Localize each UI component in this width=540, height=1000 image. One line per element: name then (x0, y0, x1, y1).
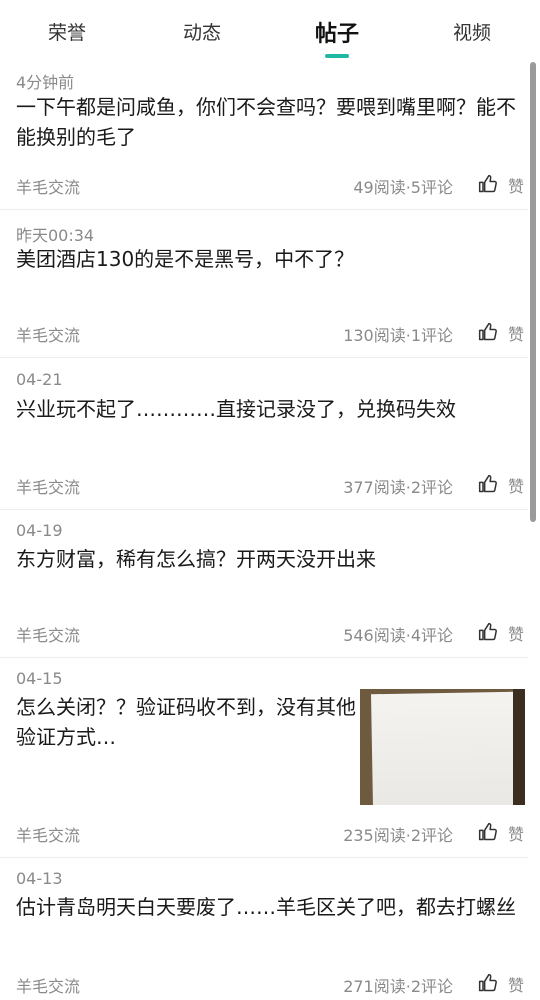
post-date: 昨天00:34 (16, 226, 95, 245)
post-image-shadow (513, 689, 525, 805)
post-category[interactable]: 羊毛交流 (16, 973, 80, 997)
thumbs-up-icon (478, 322, 497, 341)
post-date: 04-13 (16, 869, 63, 888)
like-label: 赞 (508, 477, 525, 496)
post-category[interactable]: 羊毛交流 (16, 822, 80, 846)
post-title[interactable]: 估计青岛明天白天要废了……羊毛区关了吧，都去打螺丝 (16, 892, 521, 922)
post-item[interactable]: 04-19 东方财富，稀有怎么搞？开两天没开出来 羊毛交流 546阅读·4评论 … (0, 510, 528, 658)
post-stats: 546阅读·4评论 (343, 626, 453, 645)
post-title[interactable]: 一下午都是问咸鱼，你们不会查吗？要喂到嘴里啊？能不能换别的毛了 (16, 92, 521, 152)
like-button[interactable]: 赞 (478, 321, 526, 345)
like-label: 赞 (508, 825, 525, 844)
tab-activity[interactable]: 动态 (183, 18, 221, 48)
like-label: 赞 (508, 325, 525, 344)
post-stats: 49阅读·5评论 (353, 178, 453, 197)
post-item[interactable]: 04-21 兴业玩不起了…………直接记录没了，兑换码失效 羊毛交流 377阅读·… (0, 358, 528, 510)
post-date: 04-21 (16, 370, 63, 389)
post-category[interactable]: 羊毛交流 (16, 174, 80, 198)
post-item[interactable]: 昨天00:34 美团酒店130的是不是黑号，中不了？ 羊毛交流 130阅读·1评… (0, 210, 528, 358)
thumbs-up-icon (478, 174, 497, 193)
post-title[interactable]: 东方财富，稀有怎么搞？开两天没开出来 (16, 544, 521, 574)
thumbs-up-icon (478, 822, 497, 841)
active-tab-indicator (325, 54, 349, 58)
like-button[interactable]: 赞 (478, 621, 526, 645)
tab-videos[interactable]: 视频 (453, 18, 491, 48)
post-title[interactable]: 美团酒店130的是不是黑号，中不了？ (16, 244, 521, 274)
like-button[interactable]: 赞 (478, 473, 526, 497)
like-label: 赞 (508, 625, 525, 644)
post-item[interactable]: 04-13 估计青岛明天白天要废了……羊毛区关了吧，都去打螺丝 羊毛交流 271… (0, 858, 528, 1000)
post-category[interactable]: 羊毛交流 (16, 474, 80, 498)
post-category[interactable]: 羊毛交流 (16, 622, 80, 646)
post-stats: 377阅读·2评论 (343, 478, 453, 497)
like-label: 赞 (508, 177, 525, 196)
post-title[interactable]: 怎么关闭？？验证码收不到，没有其他验证方式… (16, 692, 356, 752)
post-date: 04-19 (16, 521, 63, 540)
like-button[interactable]: 赞 (478, 821, 526, 845)
post-date: 04-15 (16, 669, 63, 688)
scrollbar[interactable] (530, 62, 536, 522)
like-label: 赞 (508, 976, 525, 995)
post-image[interactable] (360, 689, 525, 805)
thumbs-up-icon (478, 474, 497, 493)
post-item[interactable]: 04-15 怎么关闭？？验证码收不到，没有其他验证方式… 羊毛交流 235阅读·… (0, 658, 528, 858)
like-button[interactable]: 赞 (478, 173, 526, 197)
thumbs-up-icon (478, 622, 497, 641)
post-stats: 130阅读·1评论 (343, 326, 453, 345)
tab-bar: 荣誉 动态 帖子 视频 (0, 0, 540, 64)
post-stats: 271阅读·2评论 (343, 977, 453, 996)
thumbs-up-icon (478, 973, 497, 992)
post-item[interactable]: 4分钟前 一下午都是问咸鱼，你们不会查吗？要喂到嘴里啊？能不能换别的毛了 羊毛交… (0, 64, 528, 210)
post-title[interactable]: 兴业玩不起了…………直接记录没了，兑换码失效 (16, 394, 521, 424)
post-date: 4分钟前 (16, 73, 75, 92)
post-category[interactable]: 羊毛交流 (16, 322, 80, 346)
tab-honors[interactable]: 荣誉 (48, 18, 86, 48)
like-button[interactable]: 赞 (478, 972, 526, 996)
post-stats: 235阅读·2评论 (343, 826, 453, 845)
tab-posts[interactable]: 帖子 (315, 16, 359, 47)
post-image-paper (371, 691, 515, 805)
